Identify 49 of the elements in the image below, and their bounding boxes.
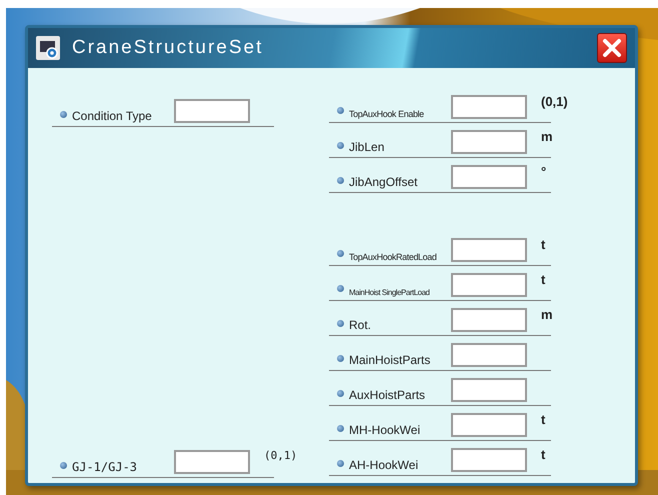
field-label: TopAuxHookRatedLoad [349,252,438,262]
bullet-icon [337,390,344,397]
bullet-icon [337,460,344,467]
input-field[interactable] [451,343,527,367]
unit-label: t [541,447,546,462]
bullet-icon [337,250,344,257]
field-label: JibAngOffset [349,175,418,189]
input-field[interactable] [451,413,527,437]
input-field[interactable] [451,448,527,472]
unit-label: t [541,272,546,287]
input-field[interactable] [451,273,527,297]
input-field[interactable] [451,308,527,332]
unit-label: m [541,307,553,322]
field-label: TopAuxHook Enable [349,109,425,119]
unit-label: (0,1) [264,449,298,462]
input-field[interactable] [174,450,250,474]
unit-label: m [541,129,553,144]
bullet-icon [60,111,67,118]
field-label: MainHoistParts [349,353,432,367]
unit-label: (0,1) [541,94,568,109]
field-label: Condition Type [72,109,153,123]
unit-label: t [541,237,546,252]
input-field[interactable] [451,130,527,154]
field-label: MainHoist SinglePartLoad [349,288,430,297]
input-field[interactable] [451,165,527,189]
field-label: JibLen [349,140,386,154]
bullet-icon [337,320,344,327]
input-field[interactable] [174,99,250,123]
unit-label: ° [541,164,546,179]
bullet-icon [337,285,344,292]
input-field[interactable] [451,95,527,119]
input-field[interactable] [451,378,527,402]
close-icon [602,38,622,58]
bullet-icon [60,462,67,469]
settings-icon [36,36,60,60]
bullet-icon [337,425,344,432]
field-label: Rot. [349,318,372,332]
unit-label: t [541,412,546,427]
field-label: GJ-1/GJ-3 [72,460,138,474]
bullet-icon [337,177,344,184]
field-label: AuxHoistParts [349,388,426,402]
bullet-icon [337,355,344,362]
bullet-icon [337,142,344,149]
input-field[interactable] [451,238,527,262]
close-button[interactable] [597,33,627,63]
field-label: AH-HookWei [349,458,420,472]
field-label: MH-HookWei [349,423,422,437]
bullet-icon [337,107,344,114]
window-title: CraneStructureSet [72,37,264,59]
